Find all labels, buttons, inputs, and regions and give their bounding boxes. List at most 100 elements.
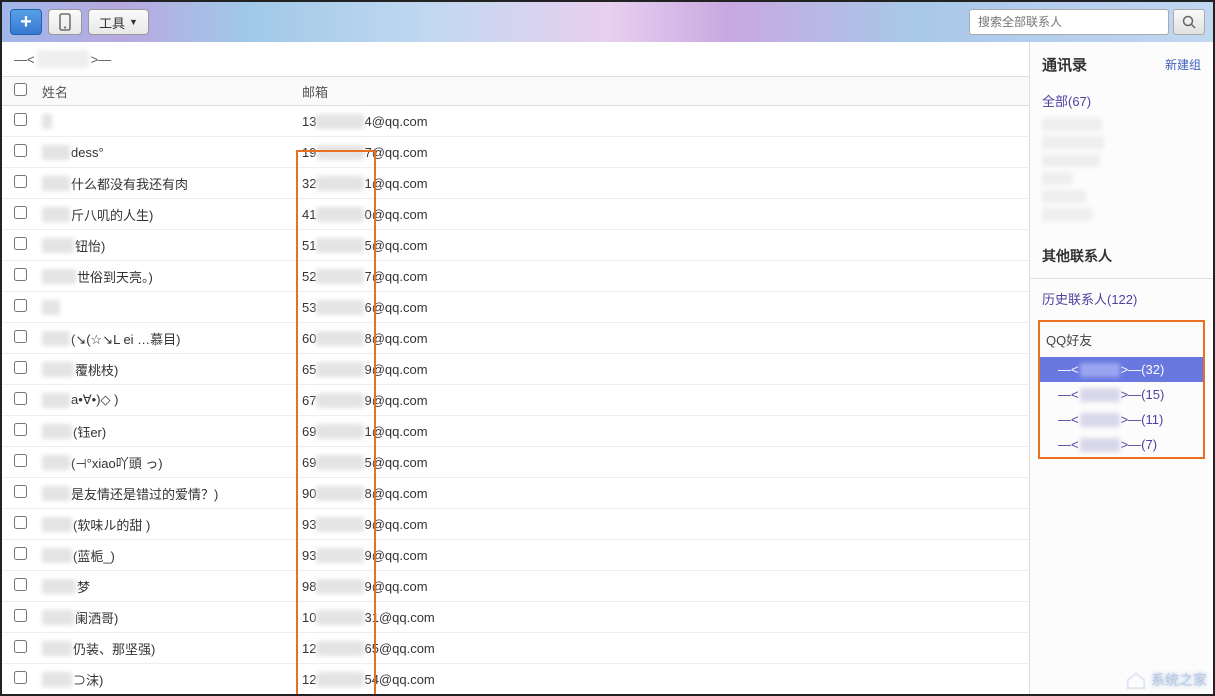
qq-group-item[interactable]: —<>—(32) (1040, 357, 1203, 382)
sidebar-group-item[interactable] (1042, 136, 1104, 149)
name-cell: a•∀•)◇ ) (38, 392, 298, 408)
table-row[interactable]: (软味ル的甜 )939@qq.com (2, 509, 1029, 540)
row-checkbox[interactable] (14, 237, 27, 250)
email-prefix: 93 (302, 548, 316, 563)
email-prefix: 41 (302, 207, 316, 222)
email-blur (316, 548, 364, 563)
row-checkbox[interactable] (14, 485, 27, 498)
search-icon (1182, 15, 1197, 30)
name-cell: 世俗到天亮。) (38, 267, 298, 286)
content-area: —< >— 姓名 邮箱 134@qq.comdess°197@qq.com什么都… (2, 42, 1029, 694)
email-blur (316, 610, 364, 625)
table-row[interactable]: (⊣°xiao吖頭 っ)695@qq.com (2, 447, 1029, 478)
qq-suffix: >—(7) (1121, 437, 1157, 452)
row-checkbox[interactable] (14, 640, 27, 653)
email-mid: 8 (364, 486, 371, 501)
group-prefix: —< (14, 52, 35, 67)
sidebar-group-item[interactable] (1042, 208, 1092, 221)
email-cell: 321@qq.com (298, 176, 1029, 191)
sidebar-group-item[interactable] (1042, 190, 1086, 203)
row-checkbox[interactable] (14, 547, 27, 560)
toolbar: + 工具 ▼ (2, 2, 1213, 42)
email-cell: 908@qq.com (298, 486, 1029, 501)
table-row[interactable]: 134@qq.com (2, 106, 1029, 137)
select-all-checkbox[interactable] (14, 83, 27, 96)
row-checkbox[interactable] (14, 578, 27, 591)
qq-prefix: —< (1058, 387, 1079, 402)
name-cell: 覆桃枝) (38, 360, 298, 379)
sidebar-group-item[interactable] (1042, 154, 1100, 167)
all-contacts-link[interactable]: 全部(67) (1030, 85, 1213, 116)
tools-button[interactable]: 工具 ▼ (88, 9, 149, 35)
name-suffix: 阑洒哥) (75, 608, 118, 627)
qq-friends-title: QQ好友 (1040, 322, 1203, 357)
table-row[interactable]: 世俗到天亮。)527@qq.com (2, 261, 1029, 292)
email-prefix: 69 (302, 424, 316, 439)
table-row[interactable]: 536@qq.com (2, 292, 1029, 323)
email-mid: 9 (364, 548, 371, 563)
email-prefix: 13 (302, 114, 316, 129)
row-checkbox[interactable] (14, 361, 27, 374)
row-checkbox[interactable] (14, 423, 27, 436)
name-cell: (↘(☆↘L ei …慕目) (38, 329, 298, 348)
phone-button[interactable] (48, 9, 82, 35)
table-row[interactable]: dess°197@qq.com (2, 137, 1029, 168)
row-checkbox[interactable] (14, 454, 27, 467)
table-row[interactable]: 钮怡)515@qq.com (2, 230, 1029, 261)
table-row[interactable]: (钰er)691@qq.com (2, 416, 1029, 447)
qq-group-item[interactable]: —<>—(15) (1040, 382, 1203, 407)
row-checkbox[interactable] (14, 144, 27, 157)
name-suffix: 覆桃枝) (75, 360, 118, 379)
sidebar-group-item[interactable] (1042, 118, 1102, 131)
table-row[interactable]: ⊃沫)1254@qq.com (2, 664, 1029, 694)
qq-group-item[interactable]: —<>—(7) (1040, 432, 1203, 457)
email-blur (316, 207, 364, 222)
qq-name-blur (1080, 413, 1120, 427)
email-prefix: 51 (302, 238, 316, 253)
row-checkbox[interactable] (14, 268, 27, 281)
name-suffix: (蓝栀_) (73, 546, 115, 565)
row-checkbox[interactable] (14, 113, 27, 126)
name-blur (42, 548, 72, 563)
group-suffix: >— (91, 52, 112, 67)
table-row[interactable]: (↘(☆↘L ei …慕目)608@qq.com (2, 323, 1029, 354)
table-body: 134@qq.comdess°197@qq.com 什么都没有我还有肉 321@qq… (2, 106, 1029, 694)
email-blur (316, 424, 364, 439)
watermark: 系统之家 (1125, 670, 1207, 690)
table-row[interactable]: (蓝栀_)939@qq.com (2, 540, 1029, 571)
search-button[interactable] (1173, 9, 1205, 35)
row-checkbox[interactable] (14, 175, 27, 188)
search-input[interactable] (969, 9, 1169, 35)
sidebar-group-item[interactable] (1042, 172, 1072, 185)
header-name[interactable]: 姓名 (38, 82, 298, 101)
add-button[interactable]: + (10, 9, 42, 35)
header-email[interactable]: 邮箱 (298, 82, 1029, 101)
email-cell: 695@qq.com (298, 455, 1029, 470)
new-group-link[interactable]: 新建组 (1165, 56, 1201, 73)
name-suffix: 仍装、那坚强) (73, 639, 155, 658)
row-checkbox[interactable] (14, 671, 27, 684)
email-prefix: 98 (302, 579, 316, 594)
name-suffix: 什么都没有我还有肉 (71, 174, 188, 193)
row-checkbox[interactable] (14, 299, 27, 312)
row-checkbox[interactable] (14, 392, 27, 405)
table-row[interactable]: 斤八叽的人生)410@qq.com (2, 199, 1029, 230)
table-row[interactable]: 什么都没有我还有肉 321@qq.com (2, 168, 1029, 199)
table-row[interactable]: 阑洒哥)1031@qq.com (2, 602, 1029, 633)
email-suffix: @qq.com (372, 238, 428, 253)
table-row[interactable]: 是友情还是错过的爱情？)908@qq.com (2, 478, 1029, 509)
table-row[interactable]: 仍装、那坚强)1265@qq.com (2, 633, 1029, 664)
row-checkbox[interactable] (14, 516, 27, 529)
email-suffix: @qq.com (372, 300, 428, 315)
history-contacts-link[interactable]: 历史联系人(122) (1030, 283, 1213, 314)
email-suffix: @qq.com (372, 424, 428, 439)
email-blur (316, 238, 364, 253)
table-row[interactable]: a•∀•)◇ )679@qq.com (2, 385, 1029, 416)
row-checkbox[interactable] (14, 330, 27, 343)
table-row[interactable]: 梦989@qq.com (2, 571, 1029, 602)
email-prefix: 19 (302, 145, 316, 160)
qq-group-item[interactable]: —<>—(11) (1040, 407, 1203, 432)
table-row[interactable]: 覆桃枝)659@qq.com (2, 354, 1029, 385)
row-checkbox[interactable] (14, 609, 27, 622)
row-checkbox[interactable] (14, 206, 27, 219)
